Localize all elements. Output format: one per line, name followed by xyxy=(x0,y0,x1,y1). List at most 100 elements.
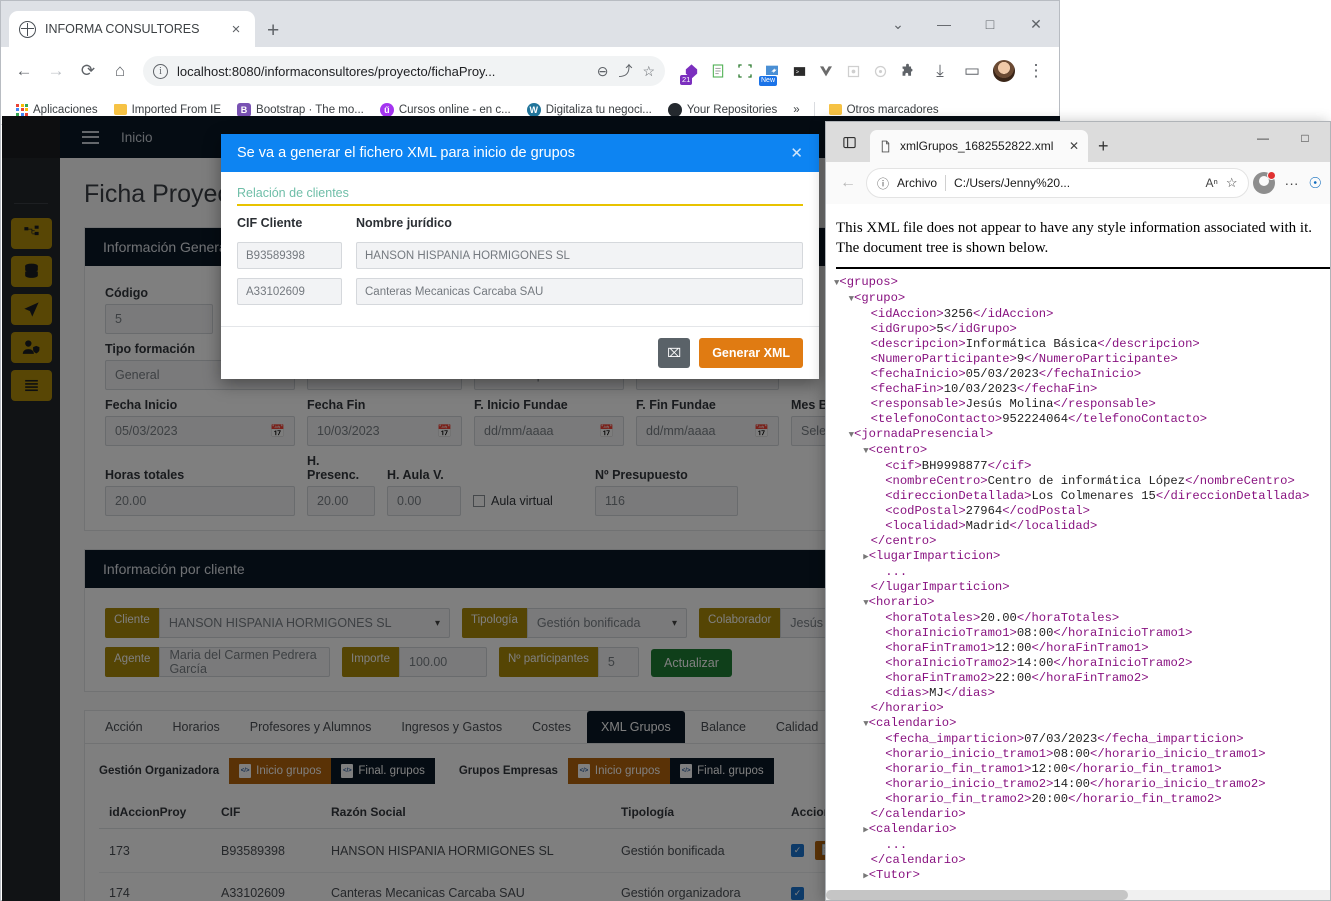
field-fecha-inicio[interactable]: 05/03/2023 📅 xyxy=(105,416,295,446)
edge-tab-xml-file[interactable]: xmlGrupos_1682552822.xml ✕ xyxy=(870,130,1088,162)
minimize-icon[interactable]: — xyxy=(1242,122,1284,154)
bookmark-star-icon[interactable]: ☆ xyxy=(642,63,655,80)
new-tab-button[interactable]: + xyxy=(267,20,279,41)
close-icon[interactable]: ✕ xyxy=(1069,139,1079,153)
tab-profesores-y-alumnos[interactable]: Profesores y Alumnos xyxy=(236,711,386,743)
modal-nombre-input[interactable]: Canteras Mecanicas Carcaba SAU xyxy=(356,278,803,305)
tab-ingresos-y-gastos[interactable]: Ingresos y Gastos xyxy=(387,711,516,743)
field-h-presenc[interactable]: 20.00 xyxy=(307,486,375,516)
notes-extension-icon[interactable] xyxy=(706,59,730,83)
field-h-aula-v[interactable]: 0.00 xyxy=(387,486,461,516)
back-icon[interactable]: ← xyxy=(834,169,862,197)
field-codigo[interactable]: 5 xyxy=(105,304,213,334)
participantes-value[interactable]: 5 xyxy=(597,647,639,677)
copilot-icon[interactable]: ☉ xyxy=(1309,174,1322,192)
screenshot-extension-icon[interactable] xyxy=(733,59,757,83)
site-info-icon[interactable]: ⓘ xyxy=(877,175,889,192)
adblock-extension-icon[interactable]: 21 xyxy=(679,59,703,85)
zoom-out-icon[interactable]: ⊖ xyxy=(597,63,609,80)
tab-xml-grupos[interactable]: XML Grupos xyxy=(587,711,685,743)
calendar-icon[interactable]: 📅 xyxy=(270,424,285,438)
new-tab-button[interactable]: + xyxy=(1098,136,1109,157)
favorite-star-icon[interactable]: ☆ xyxy=(1226,175,1238,191)
browser-tab-title: INFORMA CONSULTORES xyxy=(45,22,200,36)
close-icon[interactable]: ✕ xyxy=(790,144,803,162)
checkbox-icon[interactable] xyxy=(473,495,485,507)
grid-extension-icon[interactable] xyxy=(841,59,865,83)
reload-icon[interactable]: ⟳ xyxy=(73,56,103,86)
sidebar-item-sitemap[interactable] xyxy=(10,218,52,249)
maximize-icon[interactable]: □ xyxy=(967,6,1013,42)
tab-accion[interactable]: Acción xyxy=(91,711,157,743)
avatar[interactable] xyxy=(1252,171,1276,194)
actualizar-cliente-button[interactable]: Actualizar xyxy=(651,649,732,677)
extensions-puzzle-icon[interactable] xyxy=(895,59,919,83)
close-window-icon[interactable]: ✕ xyxy=(1013,6,1059,42)
browser-tab-informa-consultores[interactable]: INFORMA CONSULTORES × xyxy=(9,11,255,47)
close-icon[interactable]: × xyxy=(227,22,245,37)
tab-calidad[interactable]: Calidad xyxy=(762,711,832,743)
target-extension-icon[interactable] xyxy=(868,59,892,83)
home-icon[interactable]: ⌂ xyxy=(105,56,135,86)
share-icon[interactable]: ⤴ xyxy=(618,61,632,81)
maximize-icon[interactable]: □ xyxy=(1284,122,1326,154)
tab-costes[interactable]: Costes xyxy=(518,711,585,743)
horizontal-scrollbar[interactable] xyxy=(826,890,1330,900)
edge-menu-icon[interactable]: ··· xyxy=(1279,175,1305,191)
tipologia-select[interactable]: Gestión bonificada ▾ xyxy=(526,608,687,638)
final-grupos-empresas-button[interactable]: </> Final. grupos xyxy=(670,758,774,784)
agente-value[interactable]: Maria del Carmen Pedrera García xyxy=(159,647,330,677)
field-ffin-fundae[interactable]: dd/mm/aaaa 📅 xyxy=(636,416,779,446)
field-horas-totales[interactable]: 20.00 xyxy=(105,486,295,516)
xml-style-notice: This XML file does not appear to have an… xyxy=(836,220,1312,257)
sidebar-item-user-shield[interactable] xyxy=(10,332,52,363)
sidebar-item-database[interactable] xyxy=(10,256,52,287)
avatar[interactable] xyxy=(989,56,1019,86)
calendar-icon[interactable]: 📅 xyxy=(599,424,614,438)
chrome-menu-icon[interactable]: ⋮ xyxy=(1021,56,1051,86)
vue-extension-icon[interactable] xyxy=(814,59,838,83)
calendar-icon[interactable]: 📅 xyxy=(437,424,452,438)
final-grupos-organizadora-button[interactable]: </> Final. grupos xyxy=(331,758,435,784)
checkbox-aula-virtual[interactable]: Aula virtual xyxy=(473,486,583,516)
tab-actions-icon[interactable] xyxy=(832,122,866,162)
sidebar-item-send[interactable] xyxy=(10,294,52,325)
download-icon[interactable]: ⤓ xyxy=(925,56,955,86)
modal-nombre-input[interactable]: HANSON HISPANIA HORMIGONES SL xyxy=(356,242,803,269)
back-icon[interactable]: ← xyxy=(9,56,39,86)
topbar-link-inicio[interactable]: Inicio xyxy=(121,130,153,145)
row-checkbox[interactable]: ✓ xyxy=(791,844,804,857)
row-checkbox[interactable]: ✓ xyxy=(791,887,804,900)
edge-address-bar[interactable]: ⓘ Archivo C:/Users/Jenny%20... Aⁿ ☆ xyxy=(866,168,1249,198)
sidebar-item-list[interactable] xyxy=(10,370,52,401)
cliente-select[interactable]: HANSON HISPANIA HORMIGONES SL ▾ xyxy=(158,608,450,638)
field-n-presupuesto[interactable]: 116 xyxy=(595,486,738,516)
tab-balance[interactable]: Balance xyxy=(687,711,760,743)
site-info-icon[interactable]: i xyxy=(153,63,168,79)
modal-cif-input[interactable]: A33102609 xyxy=(237,278,342,305)
importe-value[interactable]: 100.00 xyxy=(399,647,487,677)
tab-horarios[interactable]: Horarios xyxy=(159,711,234,743)
generar-xml-button[interactable]: Generar XML xyxy=(699,338,803,368)
checkbox-aula-virtual-label: Aula virtual xyxy=(491,494,553,508)
field-finicio-fundae[interactable]: dd/mm/aaaa 📅 xyxy=(474,416,624,446)
address-bar[interactable]: i localhost:8080/informaconsultores/proy… xyxy=(143,56,665,86)
inicio-grupos-organizadora-button[interactable]: </> Inicio grupos xyxy=(229,758,332,784)
side-panel-icon[interactable]: ▭ xyxy=(957,56,987,86)
forward-icon[interactable]: → xyxy=(41,56,71,86)
capture-extension-icon[interactable]: New xyxy=(759,59,784,86)
cancel-button[interactable]: ⌧ xyxy=(658,338,691,368)
divider xyxy=(836,266,1330,269)
calendar-icon[interactable]: 📅 xyxy=(754,424,769,438)
scrollbar-thumb[interactable] xyxy=(826,890,1129,900)
inicio-grupos-empresas-button[interactable]: </> Inicio grupos xyxy=(567,758,671,784)
read-aloud-icon[interactable]: Aⁿ xyxy=(1206,176,1218,190)
database-icon xyxy=(24,263,38,278)
terminal-extension-icon[interactable]: > xyxy=(787,59,811,83)
modal-cif-input[interactable]: B93589398 xyxy=(237,242,342,269)
tab-search-icon[interactable]: ⌄ xyxy=(875,6,921,42)
minimize-icon[interactable]: — xyxy=(921,6,967,42)
hamburger-icon[interactable] xyxy=(82,130,99,144)
field-fecha-fin[interactable]: 10/03/2023 📅 xyxy=(307,416,462,446)
col-idaccionproy: idAccionProy xyxy=(99,796,211,829)
